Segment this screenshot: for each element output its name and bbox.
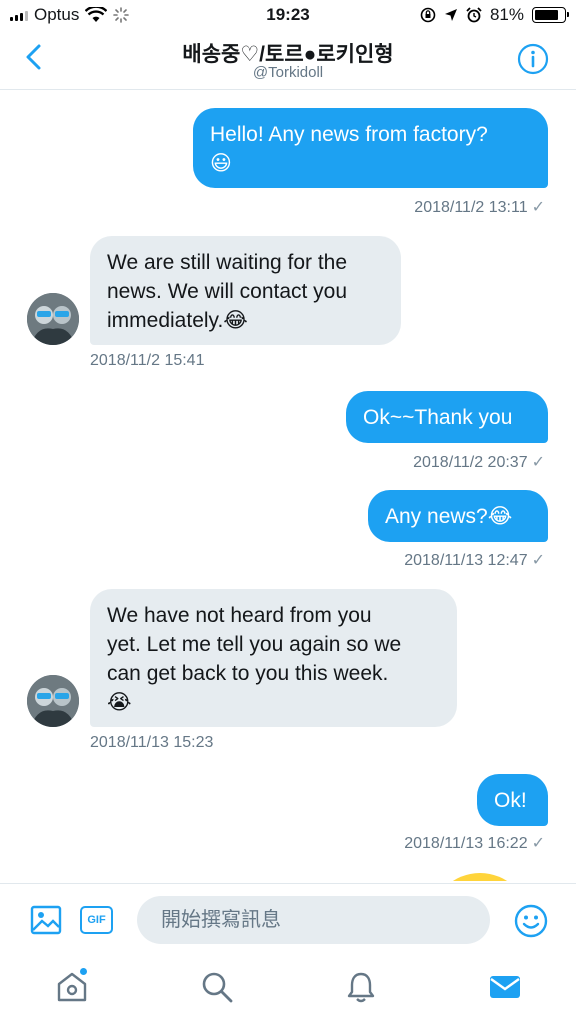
message-bubble: Ok!	[477, 774, 548, 826]
battery-percent: 81%	[489, 5, 524, 24]
messages-envelope-icon[interactable]	[488, 970, 522, 1004]
message-line: news. We will contact you	[107, 280, 348, 303]
rotation-lock-icon	[420, 7, 436, 23]
message-line: We have not heard from you	[107, 604, 372, 627]
message-timestamp: 2018/11/2 20:37 ✓	[413, 454, 545, 471]
message-thread[interactable]: Hello! Any news from factory? 😃 2018/11/…	[0, 91, 576, 881]
read-check-icon: ✓	[531, 454, 545, 471]
received-message[interactable]: We have not heard from you yet. Let me t…	[90, 589, 457, 727]
message-timestamp: 2018/11/2 13:11 ✓	[414, 199, 545, 216]
avatar-doll-image	[27, 293, 79, 345]
sent-message[interactable]: Ok~~Thank you	[346, 391, 548, 443]
message-bubble: Hello! Any news from factory? 😃	[193, 108, 548, 188]
alarm-icon	[466, 7, 482, 23]
message-timestamp: 2018/11/13 15:23	[90, 734, 214, 751]
message-line: can get back to you this week.	[107, 662, 389, 685]
message-line: 😃	[210, 152, 232, 175]
avatar-doll-image	[27, 675, 79, 727]
message-line: Ok!	[494, 789, 527, 812]
sender-avatar[interactable]	[27, 293, 79, 345]
message-line: We are still waiting for the	[107, 251, 348, 274]
status-bar: Optus 19:23 81%	[0, 0, 576, 32]
message-composer: GIF 開始撰寫訊息	[0, 883, 576, 955]
message-timestamp: 2018/11/13 16:22 ✓	[404, 835, 545, 852]
message-line: immediately.😂	[107, 309, 248, 332]
message-line: Hello! Any news from factory?	[210, 123, 488, 146]
sent-message[interactable]: Hello! Any news from factory? 😃	[193, 108, 548, 188]
message-line: Any news?😂	[385, 505, 513, 528]
partial-emoji-decoration	[430, 873, 530, 881]
sent-message[interactable]: Any news?😂	[368, 490, 548, 542]
location-icon	[444, 9, 457, 21]
message-timestamp: 2018/11/2 15:41	[90, 352, 205, 369]
message-bubble: We are still waiting for the news. We wi…	[90, 236, 401, 345]
battery-fill	[535, 10, 558, 20]
read-check-icon: ✓	[531, 552, 545, 569]
received-message[interactable]: We are still waiting for the news. We wi…	[90, 236, 401, 345]
message-input[interactable]: 開始撰寫訊息	[137, 896, 490, 944]
battery-icon	[532, 7, 569, 23]
status-right: 81%	[420, 5, 569, 25]
info-icon[interactable]	[517, 43, 549, 75]
gif-button[interactable]: GIF	[80, 906, 113, 934]
message-bubble: We have not heard from you yet. Let me t…	[90, 589, 457, 727]
notifications-bell-icon[interactable]	[344, 970, 378, 1004]
sent-message[interactable]: Ok!	[477, 774, 548, 826]
message-line: Ok~~Thank you	[363, 406, 513, 429]
emoji-icon[interactable]	[514, 904, 548, 938]
read-check-icon: ✓	[531, 199, 545, 216]
read-check-icon: ✓	[531, 835, 545, 852]
notification-dot	[79, 967, 88, 976]
image-icon[interactable]	[30, 905, 62, 935]
message-line: 😭	[107, 691, 132, 714]
message-bubble: Ok~~Thank you	[346, 391, 548, 443]
message-bubble: Any news?😂	[368, 490, 548, 542]
message-timestamp: 2018/11/13 12:47 ✓	[404, 552, 545, 569]
search-icon[interactable]	[200, 970, 234, 1004]
bottom-tab-bar	[0, 955, 576, 1024]
sender-avatar[interactable]	[27, 675, 79, 727]
conversation-handle: @Torkidoll	[252, 64, 324, 81]
message-line: yet. Let me tell you again so we	[107, 633, 402, 656]
conversation-header: 배송중♡/토르●로키인형 @Torkidoll	[0, 32, 576, 90]
